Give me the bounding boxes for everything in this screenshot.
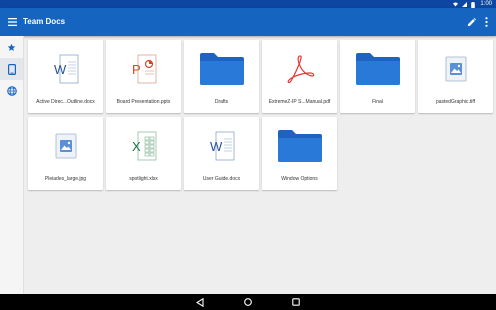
pencil-icon	[467, 17, 476, 26]
file-name: pastedGraphic.tiff	[435, 99, 476, 105]
wifi-icon	[453, 2, 459, 7]
back-triangle-icon	[196, 297, 204, 307]
file-name: Window Options	[281, 176, 318, 182]
more-vert-icon	[484, 17, 488, 27]
sidebar	[0, 36, 24, 294]
home-circle-icon	[244, 298, 252, 306]
svg-text:P: P	[132, 62, 141, 77]
image-file-icon	[28, 117, 103, 175]
excel-document-icon: X	[106, 117, 181, 175]
svg-text:X: X	[132, 139, 141, 154]
image-file-icon	[418, 40, 493, 98]
folder-icon	[184, 40, 259, 98]
back-button[interactable]	[194, 296, 206, 308]
file-card[interactable]: W User Guide.docx	[184, 117, 259, 190]
file-name: Board Presentation.pptx	[116, 99, 171, 105]
file-name: Drafts	[214, 99, 229, 105]
hamburger-icon	[7, 18, 17, 26]
page-title: Team Docs	[23, 17, 66, 26]
file-card[interactable]: Drafts	[184, 40, 259, 113]
recents-square-icon	[292, 298, 300, 306]
navigation-bar	[0, 294, 496, 310]
file-name: Final	[372, 99, 383, 105]
sidebar-item-network[interactable]	[0, 80, 23, 102]
file-card[interactable]: pastedGraphic.tiff	[418, 40, 493, 113]
signal-icon	[462, 1, 468, 7]
battery-icon	[471, 1, 476, 8]
sidebar-item-starred[interactable]	[0, 36, 23, 58]
status-time: 1:00	[480, 1, 492, 7]
svg-text:W: W	[54, 62, 67, 77]
file-name: Active Direc...Outline.docx	[36, 99, 95, 105]
home-button[interactable]	[242, 296, 254, 308]
menu-button[interactable]	[5, 15, 19, 29]
file-card[interactable]: ExtremeZ-IP S...Manual.pdf	[262, 40, 337, 113]
sidebar-item-device[interactable]	[0, 58, 23, 80]
file-name: User Guide.docx	[202, 176, 241, 182]
more-options-button[interactable]	[480, 15, 492, 29]
folder-icon	[340, 40, 415, 98]
file-name: Pleiades_large.jpg	[44, 176, 87, 182]
word-document-icon: W	[184, 117, 259, 175]
file-card[interactable]: W Active Direc...Outline.docx	[28, 40, 103, 113]
recents-button[interactable]	[290, 296, 302, 308]
svg-text:W: W	[210, 139, 223, 154]
file-card[interactable]: X spotlight.xlsx	[106, 117, 181, 190]
word-document-icon: W	[28, 40, 103, 98]
powerpoint-document-icon: P	[106, 40, 181, 98]
pdf-icon	[262, 40, 337, 98]
file-card[interactable]: P Board Presentation.pptx	[106, 40, 181, 113]
globe-icon	[6, 86, 17, 96]
app-bar: Team Docs	[0, 8, 496, 36]
file-card[interactable]: Final	[340, 40, 415, 113]
file-name: ExtremeZ-IP S...Manual.pdf	[268, 99, 331, 105]
status-bar: 1:00	[0, 0, 496, 8]
file-card[interactable]: Pleiades_large.jpg	[28, 117, 103, 190]
file-grid: W Active Direc...Outline.docx P Board Pr…	[23, 36, 496, 294]
edit-button[interactable]	[464, 15, 478, 29]
tablet-icon	[7, 63, 16, 75]
star-icon	[7, 43, 16, 51]
folder-icon	[262, 117, 337, 175]
file-name: spotlight.xlsx	[129, 176, 158, 182]
file-card[interactable]: Window Options	[262, 117, 337, 190]
